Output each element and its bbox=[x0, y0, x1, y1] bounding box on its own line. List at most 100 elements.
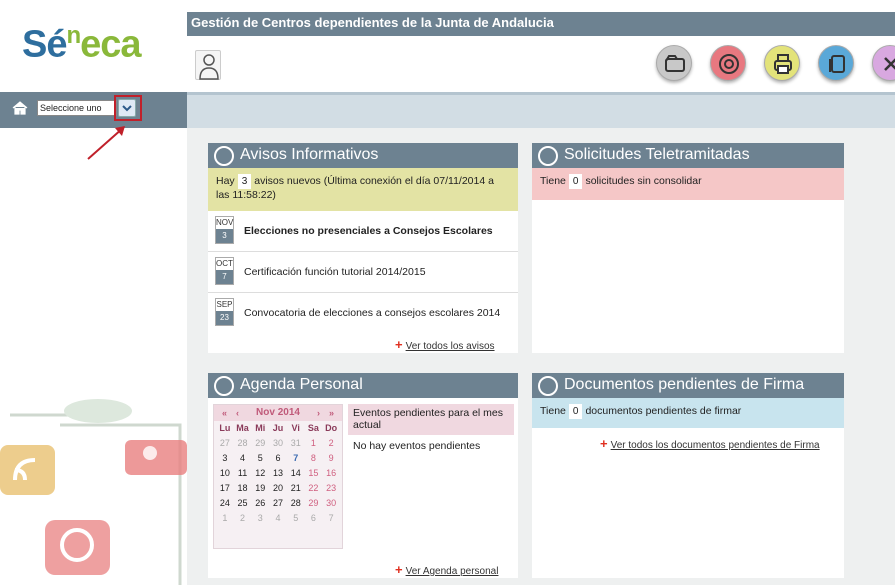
calendar-day[interactable]: 14 bbox=[287, 466, 305, 481]
calendar-bubble-icon bbox=[214, 376, 234, 396]
calendar-day[interactable]: 9 bbox=[322, 451, 340, 466]
calendar-day[interactable]: 20 bbox=[269, 481, 287, 496]
prev-month-button[interactable]: ‹ bbox=[236, 405, 239, 421]
calendar-day[interactable]: 18 bbox=[234, 481, 252, 496]
calendar-day[interactable]: 2 bbox=[322, 436, 340, 451]
calendar-weekday: Do bbox=[325, 423, 338, 433]
news-date: OCT 7 bbox=[215, 257, 234, 285]
copy-icon[interactable] bbox=[818, 45, 854, 81]
solicitudes-info: Tiene 0 solicitudes sin consolidar bbox=[532, 168, 844, 200]
close-icon[interactable] bbox=[872, 45, 895, 81]
printer-icon[interactable] bbox=[764, 45, 800, 81]
calendar-day[interactable]: 27 bbox=[216, 436, 234, 451]
toolbar bbox=[187, 36, 895, 92]
calendar-day[interactable]: 10 bbox=[216, 466, 234, 481]
lifebuoy-icon[interactable] bbox=[710, 45, 746, 81]
calendar-weekday: Sa bbox=[307, 423, 319, 433]
documentos-info: Tiene 0 documentos pendientes de firmar bbox=[532, 398, 844, 428]
calendar-day[interactable]: 28 bbox=[234, 436, 252, 451]
calendar-day[interactable]: 22 bbox=[305, 481, 323, 496]
avisos-info: Hay 3 avisos nuevos (Última conexión el dí… bbox=[208, 168, 518, 211]
folder-icon[interactable] bbox=[656, 45, 692, 81]
calendar-day[interactable]: 23 bbox=[322, 481, 340, 496]
calendar-day[interactable]: 29 bbox=[251, 436, 269, 451]
calendar-day[interactable]: 6 bbox=[269, 451, 287, 466]
calendar-grid: Lu Ma Mi Ju Vi Sa Do 27 28 29 30 31 1 2 3 4 5 6 7 8 9 10 11 12 1… bbox=[214, 421, 342, 526]
calendar-weekday: Ma bbox=[236, 423, 249, 433]
calendar-day[interactable]: 3 bbox=[216, 451, 234, 466]
calendar-day[interactable]: 16 bbox=[322, 466, 340, 481]
calendar-day[interactable]: 31 bbox=[287, 436, 305, 451]
documentos-header: Documentos pendientes de Firma bbox=[532, 373, 844, 398]
calendar-day[interactable]: 25 bbox=[234, 496, 252, 511]
calendar-month: Nov 2014 bbox=[256, 407, 300, 418]
plus-icon: + bbox=[395, 337, 403, 352]
calendar-day[interactable]: 2 bbox=[234, 511, 252, 526]
ver-documentos-link[interactable]: + Ver todos los documentos pendientes de … bbox=[600, 436, 820, 451]
calendar-day[interactable]: 3 bbox=[251, 511, 269, 526]
avisos-panel: Avisos Informativos Hay 3 avisos nuevos (Ú… bbox=[208, 143, 518, 353]
solicitudes-count: 0 bbox=[568, 174, 583, 189]
seneca-logo: Séneca bbox=[22, 22, 142, 66]
centro-select[interactable]: Seleccione uno bbox=[37, 100, 117, 116]
ver-agenda-link[interactable]: + Ver Agenda personal bbox=[395, 562, 498, 577]
calendar-day[interactable]: 19 bbox=[251, 481, 269, 496]
avisos-header: Avisos Informativos bbox=[208, 143, 518, 168]
calendar-day[interactable]: 4 bbox=[234, 451, 252, 466]
calendar-day[interactable]: 28 bbox=[287, 496, 305, 511]
mini-calendar: « ‹ Nov 2014 › » Lu Ma Mi Ju Vi Sa Do 27 28 29 30 3… bbox=[213, 404, 343, 549]
prev-year-button[interactable]: « bbox=[222, 405, 227, 421]
home-icon[interactable] bbox=[12, 101, 28, 118]
events-body: No hay eventos pendientes bbox=[353, 440, 481, 452]
logo-area: Séneca bbox=[0, 0, 187, 92]
calendar-day[interactable]: 5 bbox=[251, 451, 269, 466]
main-content: Avisos Informativos Hay 3 avisos nuevos (Ú… bbox=[187, 128, 895, 585]
calendar-day[interactable]: 12 bbox=[251, 466, 269, 481]
calendar-weekday: Vi bbox=[291, 423, 300, 433]
next-year-button[interactable]: » bbox=[329, 405, 334, 421]
calendar-day[interactable]: 11 bbox=[234, 466, 252, 481]
agenda-header: Agenda Personal bbox=[208, 373, 518, 398]
calendar-day[interactable]: 1 bbox=[216, 511, 234, 526]
calendar-day[interactable]: 1 bbox=[305, 436, 323, 451]
news-date: SEP 23 bbox=[215, 298, 234, 326]
calendar-day[interactable]: 15 bbox=[305, 466, 323, 481]
decorative-illustration bbox=[0, 399, 187, 585]
ver-avisos-link[interactable]: + Ver todos los avisos bbox=[395, 337, 495, 352]
next-month-button[interactable]: › bbox=[317, 405, 320, 421]
info-bubble-icon bbox=[214, 146, 234, 166]
chat-bubble-icon bbox=[538, 146, 558, 166]
calendar-weekday: Lu bbox=[219, 423, 231, 433]
news-date: NOV 3 bbox=[215, 216, 234, 244]
news-item[interactable]: SEP 23 Convocatoria de elecciones a conse… bbox=[208, 293, 518, 334]
calendar-day[interactable]: 27 bbox=[269, 496, 287, 511]
calendar-day[interactable]: 5 bbox=[287, 511, 305, 526]
document-bubble-icon bbox=[538, 376, 558, 396]
news-item[interactable]: OCT 7 Certificación función tutorial 2014… bbox=[208, 252, 518, 293]
calendar-day[interactable]: 24 bbox=[216, 496, 234, 511]
calendar-day[interactable]: 8 bbox=[305, 451, 323, 466]
calendar-day[interactable]: 13 bbox=[269, 466, 287, 481]
news-title[interactable]: Elecciones no presenciales a Consejos Es… bbox=[244, 225, 493, 237]
news-item[interactable]: NOV 3 Elecciones no presenciales a Consej… bbox=[208, 211, 518, 252]
calendar-day[interactable]: 21 bbox=[287, 481, 305, 496]
calendar-day[interactable]: 17 bbox=[216, 481, 234, 496]
news-title[interactable]: Convocatoria de elecciones a consejos es… bbox=[244, 307, 500, 319]
solicitudes-panel: Solicitudes Teletramitadas Tiene 0 solicit… bbox=[532, 143, 844, 353]
calendar-day[interactable]: 4 bbox=[269, 511, 287, 526]
calendar-day[interactable]: 30 bbox=[269, 436, 287, 451]
calendar-day[interactable]: 30 bbox=[322, 496, 340, 511]
documentos-panel: Documentos pendientes de Firma Tiene 0 doc… bbox=[532, 373, 844, 578]
events-header: Eventos pendientes para el mes actual bbox=[348, 404, 514, 435]
calendar-day[interactable]: 26 bbox=[251, 496, 269, 511]
calendar-day[interactable]: 7 bbox=[287, 451, 305, 466]
main-header-bar bbox=[187, 92, 895, 128]
calendar-day[interactable]: 29 bbox=[305, 496, 323, 511]
user-icon[interactable] bbox=[195, 50, 221, 80]
app-title: Gestión de Centros dependientes de la Ju… bbox=[187, 12, 895, 36]
news-title[interactable]: Certificación función tutorial 2014/2015 bbox=[244, 266, 426, 278]
plus-icon: + bbox=[600, 436, 608, 451]
calendar-day[interactable]: 7 bbox=[322, 511, 340, 526]
calendar-day[interactable]: 6 bbox=[305, 511, 323, 526]
documentos-count: 0 bbox=[568, 404, 583, 419]
